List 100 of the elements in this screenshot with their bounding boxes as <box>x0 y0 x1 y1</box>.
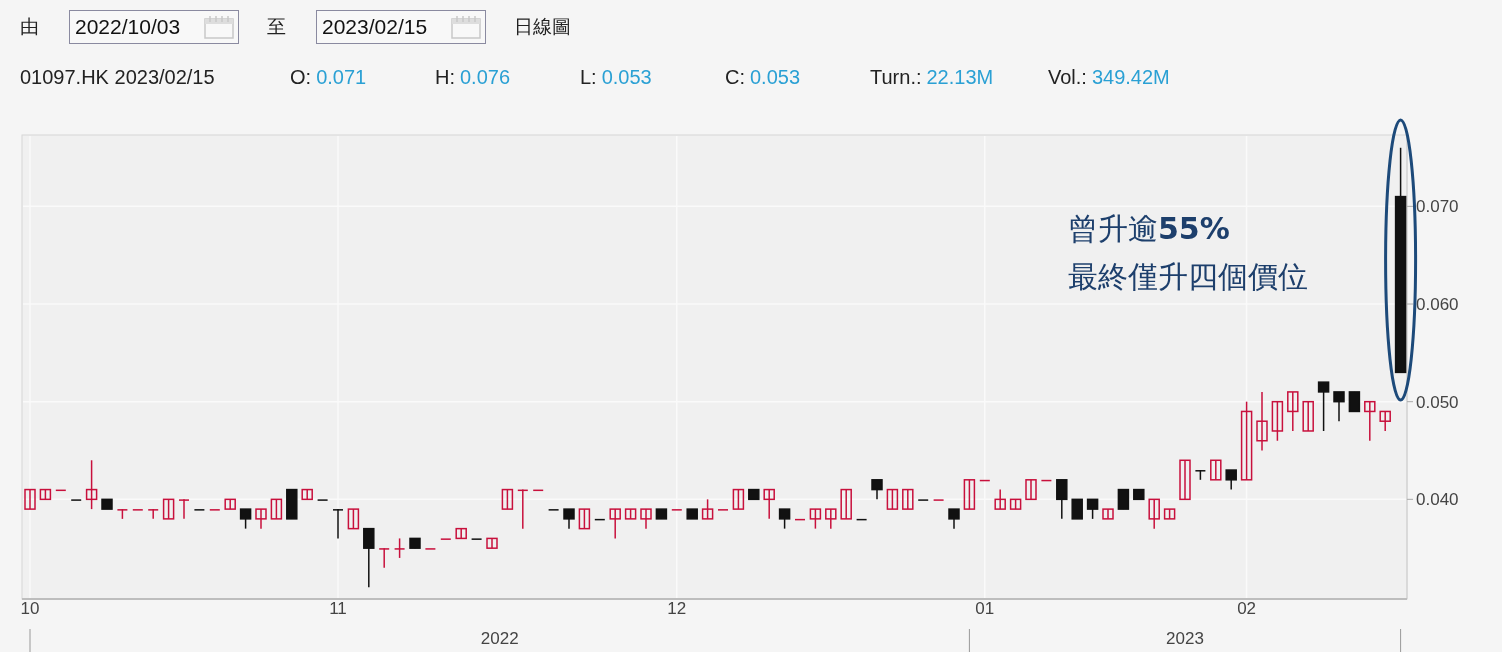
candlestick <box>732 488 745 510</box>
candlestick <box>918 498 929 501</box>
candlestick <box>394 537 405 559</box>
candlestick <box>686 508 698 520</box>
candlestick <box>440 537 451 540</box>
candlestick <box>994 488 1006 510</box>
quote-label: Turn.: <box>870 65 922 89</box>
candlestick <box>194 508 205 511</box>
start-date-field[interactable]: 2022/10/03 <box>69 10 239 44</box>
candlestick <box>1287 391 1299 432</box>
candlestick <box>609 508 621 540</box>
candlestick <box>301 488 313 501</box>
candlestick <box>363 527 375 588</box>
candlestick <box>1179 459 1191 501</box>
quote-label: L: <box>580 65 597 89</box>
candlestick <box>1041 479 1052 482</box>
candlestick <box>655 508 668 520</box>
candlestick <box>1009 498 1022 510</box>
candlestick <box>763 488 775 520</box>
candlestick <box>317 498 328 501</box>
candlestick <box>701 498 714 520</box>
year-label: 2023 <box>1166 629 1204 648</box>
x-axis-label: 11 <box>329 599 347 618</box>
calendar-icon[interactable] <box>204 15 234 39</box>
candlestick <box>486 537 498 549</box>
quote-label: C: <box>725 65 745 89</box>
y-axis-label: 0.070 <box>1416 197 1459 217</box>
candlestick <box>563 508 575 530</box>
candlestick <box>1133 488 1145 501</box>
y-axis-label: 0.050 <box>1416 392 1459 412</box>
candlestick <box>239 508 252 530</box>
candlestick <box>455 527 467 540</box>
quote-value: 349.42M <box>1091 65 1170 89</box>
candlestick <box>55 488 66 492</box>
candlestick <box>255 508 267 530</box>
candlestick <box>578 508 591 530</box>
candlestick <box>825 508 837 530</box>
candlestick <box>1302 400 1314 432</box>
candlestick <box>795 518 805 521</box>
candlestick <box>933 498 944 501</box>
year-label: 2022 <box>480 629 519 648</box>
y-axis-label: 0.060 <box>1416 295 1459 314</box>
quote-value: 0.053 <box>601 65 652 89</box>
candlestick <box>1379 410 1391 432</box>
candlestick <box>1086 498 1099 520</box>
candlestick <box>948 508 960 530</box>
candlestick <box>594 518 605 521</box>
candlestick <box>1102 508 1114 520</box>
candlestick <box>270 498 283 520</box>
symbol-date: 01097.HK 2023/02/15 <box>20 65 216 89</box>
candlestick <box>809 508 822 530</box>
candlestick <box>963 479 976 510</box>
candlestick <box>379 547 390 569</box>
candlestick <box>902 488 914 510</box>
candlestick <box>39 488 52 501</box>
quote-label: Vol.: <box>1048 65 1087 89</box>
candlestick <box>871 479 883 501</box>
candlestick <box>148 508 159 520</box>
candlestick <box>1271 400 1284 442</box>
candlestick <box>856 518 867 521</box>
candlestick <box>85 459 98 510</box>
candlestick <box>748 488 760 501</box>
candlestick <box>1025 479 1037 501</box>
candlestick <box>886 488 899 510</box>
candlestick <box>347 508 360 530</box>
end-date-field[interactable]: 2023/02/15 <box>316 10 486 44</box>
candlestick <box>24 488 36 510</box>
candlestick <box>1195 469 1206 481</box>
candlestick <box>671 508 682 511</box>
quote-value: 0.071 <box>316 65 367 89</box>
candlestick <box>533 488 544 492</box>
quote-label: H: <box>435 65 455 89</box>
candlestick <box>1256 391 1268 452</box>
x-axis-label: 12 <box>667 599 687 618</box>
candlestick <box>209 508 220 511</box>
candlestick <box>409 537 421 549</box>
candlestick <box>1348 391 1361 413</box>
x-axis-label: 10 <box>20 599 40 618</box>
y-axis-label: 0.040 <box>1416 490 1459 510</box>
from-label: 由 <box>20 15 39 39</box>
candlestick <box>117 508 128 520</box>
callout-text: 曾升逾55% <box>1068 210 1231 248</box>
candlestick <box>286 488 298 520</box>
candlestick <box>778 508 791 530</box>
callout-text: 最終僅升四個價位 <box>1068 258 1308 296</box>
quote-value: 22.13M <box>926 65 994 89</box>
candlestick <box>132 508 143 511</box>
candlestick <box>548 508 559 511</box>
candlestick <box>1071 498 1083 520</box>
candlestick <box>1056 479 1068 520</box>
candlestick <box>718 508 728 511</box>
candlestick <box>425 547 436 550</box>
candlestick <box>1117 488 1130 510</box>
candlestick <box>640 508 652 530</box>
candlestick <box>1317 381 1330 432</box>
to-label: 至 <box>267 15 286 39</box>
candlestick <box>1163 508 1176 520</box>
candlestick <box>1333 391 1345 422</box>
calendar-icon[interactable] <box>451 15 481 39</box>
candlestick <box>224 498 236 510</box>
